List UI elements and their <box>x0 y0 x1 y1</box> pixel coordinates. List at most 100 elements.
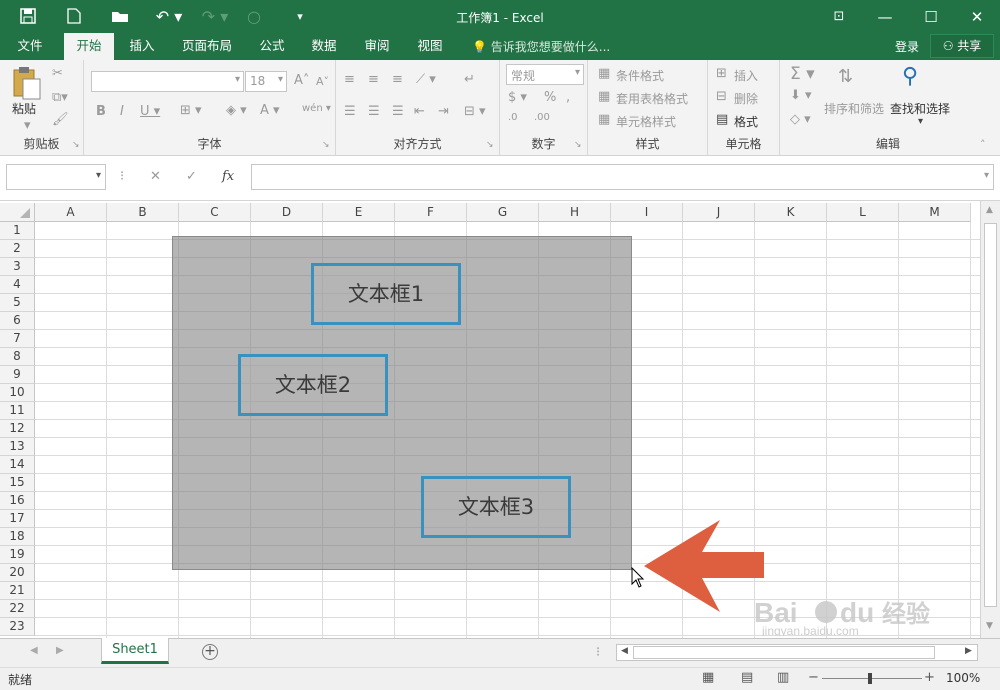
row-header[interactable]: 21 <box>0 582 35 600</box>
dialog-launcher-icon[interactable]: ↘ <box>574 140 582 150</box>
fx-icon[interactable]: fx <box>222 169 234 184</box>
paste-icon[interactable] <box>12 66 42 100</box>
decrease-decimal-icon[interactable]: .00 <box>534 112 550 123</box>
column-header[interactable]: C <box>179 203 251 222</box>
zoom-slider[interactable] <box>822 678 922 679</box>
bold-icon[interactable]: B <box>96 104 106 119</box>
fill-icon[interactable]: ⬇ ▾ <box>790 88 812 103</box>
ribbon-display-icon[interactable]: ⊡ <box>816 0 862 33</box>
fill-color-icon[interactable]: ◈ ▾ <box>226 103 247 118</box>
cancel-icon[interactable]: ✕ <box>150 169 161 184</box>
column-header[interactable]: G <box>467 203 539 222</box>
textbox-1[interactable]: 文本框1 <box>311 263 461 325</box>
conditional-format-icon[interactable]: ▦ <box>598 66 610 81</box>
zoom-in-icon[interactable]: + <box>924 670 935 685</box>
scroll-down-icon[interactable]: ▼ <box>986 621 993 631</box>
column-header[interactable]: H <box>539 203 611 222</box>
prev-sheet-icon[interactable]: ◀ <box>30 645 38 656</box>
column-header[interactable]: J <box>683 203 755 222</box>
clear-icon[interactable]: ◇ ▾ <box>790 112 811 127</box>
cell-styles-button[interactable]: 单元格样式 <box>616 113 676 130</box>
row-header[interactable]: 20 <box>0 564 35 582</box>
page-layout-view-icon[interactable]: ▤ <box>741 670 753 685</box>
tab-insert[interactable]: 插入 <box>120 33 164 60</box>
row-header[interactable]: 9 <box>0 366 35 384</box>
autosum-icon[interactable]: Σ ▾ <box>790 64 815 84</box>
increase-indent-icon[interactable]: ⇥ <box>438 104 449 119</box>
row-header[interactable]: 12 <box>0 420 35 438</box>
textbox-3[interactable]: 文本框3 <box>421 476 571 538</box>
sort-filter-icon[interactable]: ⇅ <box>838 66 853 87</box>
column-header[interactable]: M <box>899 203 971 222</box>
bottom-align-icon[interactable]: ≡ <box>392 72 403 87</box>
dialog-launcher-icon[interactable]: ↘ <box>72 140 80 150</box>
dialog-launcher-icon[interactable]: ↘ <box>322 140 330 150</box>
number-format-dropdown[interactable]: 常规 ▾ <box>506 64 584 85</box>
sheet-tab-sheet1[interactable]: Sheet1 <box>101 638 169 664</box>
format-table-icon[interactable]: ▦ <box>598 89 610 104</box>
horizontal-scrollbar[interactable]: ◀ ▶ <box>616 644 978 661</box>
vertical-scrollbar[interactable]: ▲ ▼ <box>980 201 1000 638</box>
zoom-slider-thumb[interactable] <box>868 673 872 684</box>
search-icon[interactable]: ⚲ <box>902 64 918 89</box>
row-header[interactable]: 1 <box>0 222 35 240</box>
tab-review[interactable]: 审阅 <box>355 33 399 60</box>
insert-cells-button[interactable]: 插入 <box>734 67 758 84</box>
share-button[interactable]: ⚇ 共享 <box>930 34 994 58</box>
sort-filter-button[interactable]: 排序和筛选 <box>824 100 884 117</box>
row-header[interactable]: 19 <box>0 546 35 564</box>
delete-cells-button[interactable]: 删除 <box>734 90 758 107</box>
vertical-scroll-thumb[interactable] <box>984 223 997 607</box>
add-sheet-icon[interactable]: + <box>202 644 218 660</box>
tab-formulas[interactable]: 公式 <box>250 33 294 60</box>
italic-icon[interactable]: I <box>120 104 124 119</box>
splitter-icon[interactable]: ⁝ <box>596 645 600 660</box>
orientation-icon[interactable]: ⟋ ▾ <box>416 72 436 87</box>
row-header[interactable]: 3 <box>0 258 35 276</box>
column-header[interactable]: L <box>827 203 899 222</box>
cell-styles-icon[interactable]: ▦ <box>598 112 610 127</box>
merge-center-icon[interactable]: ⊟ ▾ <box>464 104 486 119</box>
paste-label[interactable]: 粘贴 <box>12 100 36 117</box>
next-sheet-icon[interactable]: ▶ <box>56 645 64 656</box>
font-name-dropdown[interactable]: ▾ <box>91 71 244 92</box>
underline-icon[interactable]: U ▾ <box>140 104 160 119</box>
accounting-icon[interactable]: $ ▾ <box>508 90 527 105</box>
format-cells-button[interactable]: 格式 <box>734 113 758 130</box>
tab-file[interactable]: 文件 <box>8 33 52 60</box>
maximize-icon[interactable]: ☐ <box>908 0 954 33</box>
minimize-icon[interactable]: — <box>862 0 908 33</box>
page-break-view-icon[interactable]: ▥ <box>777 670 789 685</box>
column-header[interactable]: I <box>611 203 683 222</box>
row-header[interactable]: 15 <box>0 474 35 492</box>
tab-page-layout[interactable]: 页面布局 <box>172 33 242 60</box>
find-select-button[interactable]: 查找和选择 <box>890 100 950 117</box>
name-box[interactable]: ▾ <box>6 164 106 190</box>
format-as-table-button[interactable]: 套用表格格式 <box>616 90 688 107</box>
comma-icon[interactable]: , <box>566 90 570 105</box>
normal-view-icon[interactable]: ▦ <box>702 670 714 685</box>
dialog-launcher-icon[interactable]: ↘ <box>486 140 494 150</box>
row-header[interactable]: 2 <box>0 240 35 258</box>
decrease-indent-icon[interactable]: ⇤ <box>414 104 425 119</box>
column-header[interactable]: K <box>755 203 827 222</box>
zoom-out-icon[interactable]: − <box>808 670 819 685</box>
tell-me-box[interactable]: 💡 告诉我您想要做什么... <box>472 38 610 55</box>
row-header[interactable]: 23 <box>0 618 35 636</box>
copy-icon[interactable]: ⧉▾ <box>52 90 68 105</box>
zoom-level[interactable]: 100% <box>946 671 980 685</box>
cut-icon[interactable]: ✂ <box>52 66 63 81</box>
scroll-left-icon[interactable]: ◀ <box>621 646 628 656</box>
middle-align-icon[interactable]: ≡ <box>368 72 379 87</box>
delete-cells-icon[interactable]: ⊟ <box>716 89 727 104</box>
font-color-icon[interactable]: A ▾ <box>260 103 280 118</box>
borders-icon[interactable]: ⊞ ▾ <box>180 103 202 118</box>
column-header[interactable]: B <box>107 203 179 222</box>
insert-cells-icon[interactable]: ⊞ <box>716 66 727 81</box>
font-size-dropdown[interactable]: 18 ▾ <box>245 71 287 92</box>
scroll-right-icon[interactable]: ▶ <box>965 646 972 656</box>
row-header[interactable]: 17 <box>0 510 35 528</box>
percent-icon[interactable]: % <box>544 90 556 105</box>
column-header[interactable]: D <box>251 203 323 222</box>
scroll-up-icon[interactable]: ▲ <box>986 205 993 215</box>
